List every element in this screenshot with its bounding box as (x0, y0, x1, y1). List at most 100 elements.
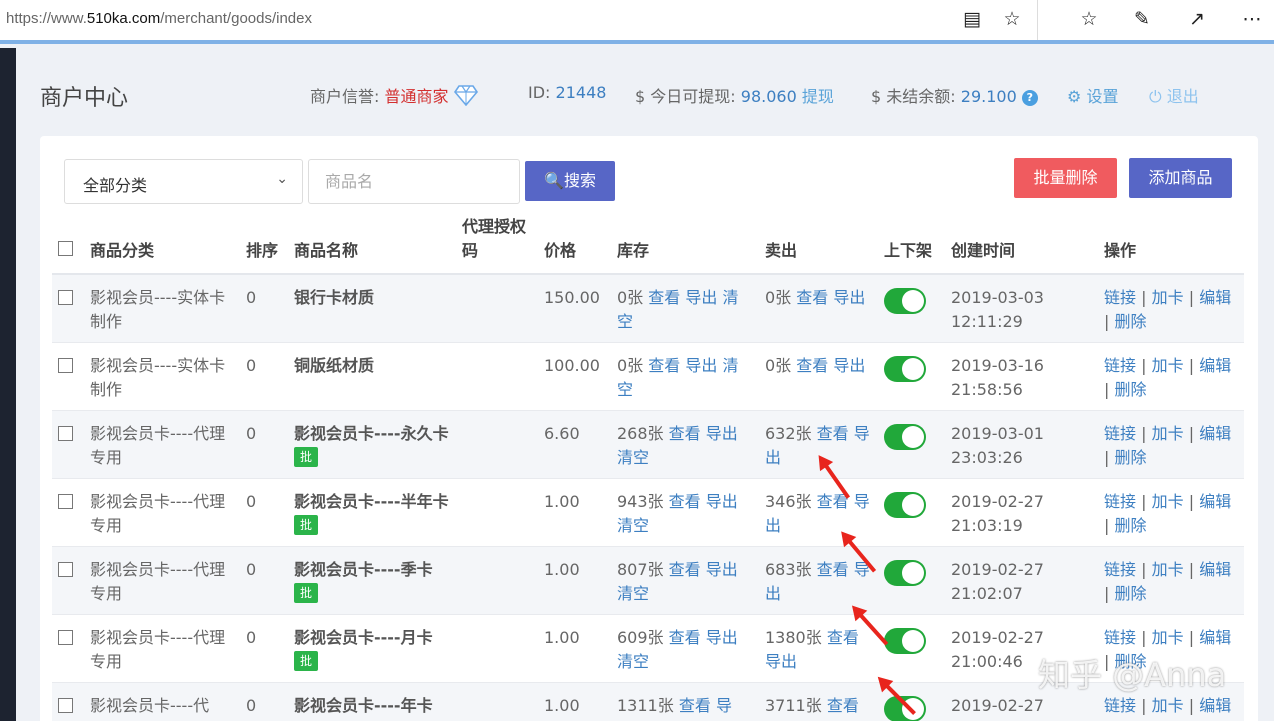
batch-delete-button[interactable]: 批量删除 (1014, 158, 1117, 198)
action-link[interactable]: 编辑 (1199, 288, 1231, 307)
action-link[interactable]: 链接 (1104, 696, 1136, 715)
sold-link[interactable]: 导出 (833, 288, 865, 307)
search-button[interactable]: 🔍搜索 (525, 161, 615, 201)
shelf-toggle[interactable] (884, 288, 926, 314)
more-icon[interactable]: ⋯ (1240, 7, 1264, 31)
stock-link[interactable]: 导出 (685, 288, 717, 307)
stock-link[interactable]: 清空 (617, 584, 649, 603)
action-link[interactable]: 链接 (1104, 288, 1136, 307)
stock-link[interactable]: 查看 (648, 288, 680, 307)
stock-link[interactable]: 导出 (706, 628, 738, 647)
share-icon[interactable]: ↗ (1185, 7, 1209, 31)
action-link[interactable]: 编辑 (1199, 424, 1231, 443)
address-bar[interactable]: https://www.510ka.com/merchant/goods/ind… (0, 0, 1038, 40)
stock-link[interactable]: 导出 (706, 492, 738, 511)
action-link[interactable]: 加卡 (1152, 492, 1184, 511)
stock-link[interactable]: 导出 (706, 424, 738, 443)
page: 商户中心 商户信誉: 普通商家 ID: 21448 $ 今日可提现: 98.06… (16, 48, 1274, 721)
category-select[interactable]: 全部分类 ⌄ (64, 159, 303, 204)
cell-actions: 链接 | 加卡 | 编辑 | 删除 (1098, 410, 1244, 479)
shelf-toggle[interactable] (884, 423, 926, 450)
action-link[interactable]: 删除 (1114, 516, 1146, 535)
sold-link[interactable]: 查看 (827, 628, 859, 647)
shelf-toggle[interactable] (884, 355, 926, 382)
row-checkbox[interactable] (52, 682, 84, 721)
action-link[interactable]: 编辑 (1199, 560, 1231, 579)
pen-icon[interactable]: ✎ (1130, 7, 1154, 31)
sold-link[interactable]: 查看 (796, 288, 828, 307)
row-checkbox[interactable] (52, 614, 84, 683)
sold-link[interactable]: 查看 (827, 696, 859, 715)
action-link[interactable]: 加卡 (1152, 560, 1184, 579)
action-link[interactable]: 删除 (1114, 584, 1146, 603)
action-link[interactable]: 加卡 (1152, 424, 1184, 443)
gear-icon: ⚙ (1067, 87, 1082, 106)
logout-link[interactable]: ⏻ 退出 (1149, 83, 1199, 107)
action-link[interactable]: 编辑 (1199, 696, 1231, 715)
shelf-toggle[interactable] (884, 627, 926, 654)
stock-link[interactable]: 查看 (669, 628, 701, 647)
sold-link[interactable]: 查看 (796, 356, 828, 375)
action-link[interactable]: 删除 (1114, 448, 1146, 467)
row-checkbox[interactable] (52, 342, 84, 411)
cell-name: 影视会员卡----月卡 批 (288, 614, 456, 683)
cell-stock: 268张 查看 导出 清空 (611, 410, 759, 479)
shelf-toggle[interactable] (884, 559, 926, 586)
action-link[interactable]: 编辑 (1199, 628, 1231, 647)
cell-name: 银行卡材质 (288, 274, 456, 343)
cell-sort: 0 (240, 410, 288, 479)
action-link[interactable]: 链接 (1104, 492, 1136, 511)
row-checkbox[interactable] (52, 274, 84, 343)
action-link[interactable]: 加卡 (1152, 356, 1184, 375)
action-link[interactable]: 编辑 (1199, 356, 1231, 375)
action-link[interactable]: 删除 (1114, 312, 1146, 331)
add-goods-button[interactable]: 添加商品 (1129, 158, 1232, 198)
stock-link[interactable]: 查看 (669, 560, 701, 579)
action-link[interactable]: 链接 (1104, 424, 1136, 443)
sold-link[interactable]: 导出 (833, 356, 865, 375)
stock-link[interactable]: 清空 (617, 652, 649, 671)
action-link[interactable]: 加卡 (1152, 288, 1184, 307)
stock-link[interactable]: 导出 (706, 560, 738, 579)
action-link[interactable]: 链接 (1104, 628, 1136, 647)
shelf-toggle[interactable] (884, 695, 926, 721)
cell-agent-code (456, 546, 538, 615)
cell-created: 2019-02-27 21:02:07 (945, 546, 1098, 615)
cell-stock: 609张 查看 导出 清空 (611, 614, 759, 683)
stock-link[interactable]: 查看 (669, 492, 701, 511)
favorite-star-icon[interactable]: ☆ (1000, 7, 1024, 31)
action-link[interactable]: 加卡 (1152, 696, 1184, 715)
select-all-checkbox[interactable] (52, 212, 84, 275)
stock-link[interactable]: 清空 (617, 448, 649, 467)
settings-link[interactable]: ⚙ 设置 (1067, 83, 1118, 107)
help-icon[interactable]: ? (1021, 90, 1038, 106)
sold-link[interactable]: 查看 (817, 560, 849, 579)
cell-created: 2019-03-16 21:58:56 (945, 342, 1098, 411)
row-checkbox[interactable] (52, 546, 84, 615)
cell-sort: 0 (240, 478, 288, 547)
stock-link[interactable]: 清空 (617, 516, 649, 535)
action-link[interactable]: 链接 (1104, 356, 1136, 375)
row-checkbox[interactable] (52, 410, 84, 479)
cell-price: 1.00 (538, 546, 611, 615)
action-link[interactable]: 链接 (1104, 560, 1136, 579)
row-checkbox[interactable] (52, 478, 84, 547)
stock-link[interactable]: 导 (716, 696, 732, 715)
action-link[interactable]: 删除 (1114, 380, 1146, 399)
sold-link[interactable]: 导出 (765, 652, 797, 671)
stock-link[interactable]: 查看 (669, 424, 701, 443)
withdraw-link[interactable]: 提现 (802, 87, 834, 106)
cell-stock: 807张 查看 导出 清空 (611, 546, 759, 615)
col-shelf: 上下架 (878, 212, 945, 275)
favorites-list-icon[interactable]: ☆ (1077, 7, 1101, 31)
action-link[interactable]: 编辑 (1199, 492, 1231, 511)
cell-sort: 0 (240, 274, 288, 343)
stock-link[interactable]: 导出 (685, 356, 717, 375)
shelf-toggle[interactable] (884, 491, 926, 518)
action-link[interactable]: 加卡 (1152, 628, 1184, 647)
sold-link[interactable]: 查看 (817, 424, 849, 443)
reading-view-icon[interactable]: ▤ (960, 7, 984, 31)
goods-name-input[interactable] (308, 159, 520, 204)
stock-link[interactable]: 查看 (648, 356, 680, 375)
stock-link[interactable]: 查看 (679, 696, 711, 715)
